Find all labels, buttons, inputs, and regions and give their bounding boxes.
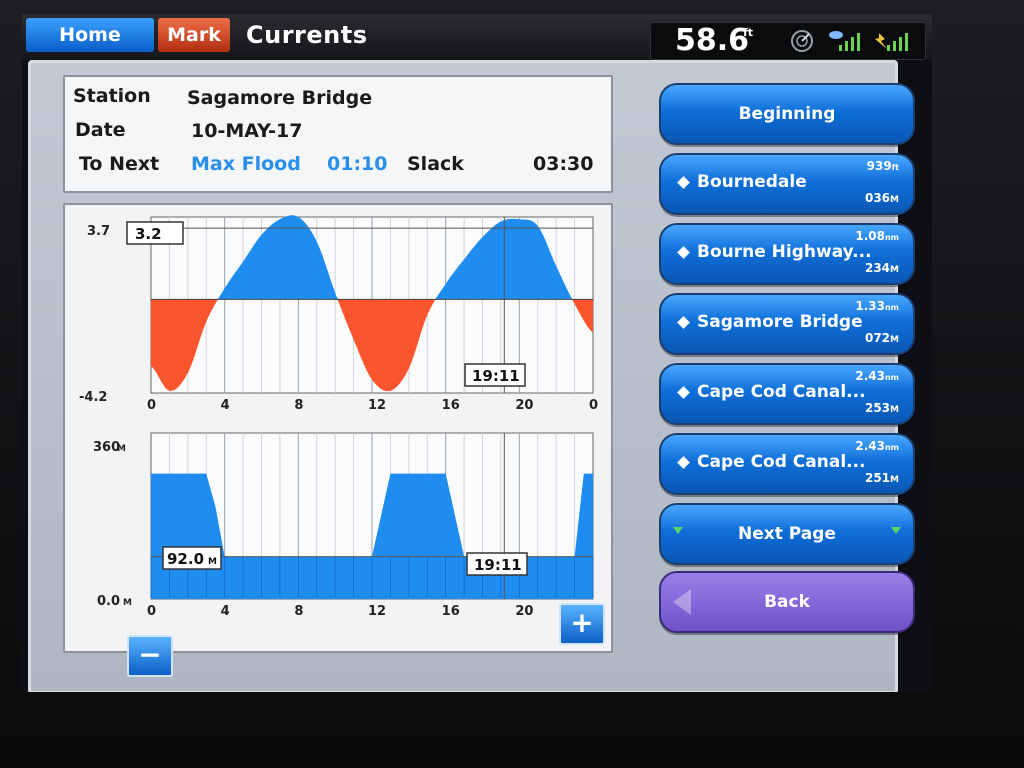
zoom-out-button[interactable]: − — [127, 635, 173, 677]
slack-label: Slack — [407, 153, 464, 175]
waypoint-distance: 2.43nm — [855, 439, 899, 453]
beginning-button[interactable]: Beginning — [659, 83, 915, 145]
waypoint-bearing: 251M — [864, 471, 899, 485]
waypoint-bearing: 072M — [864, 331, 899, 345]
waypoint-name: Bournedale — [697, 172, 807, 192]
direction-cursor-time: 19:11 — [474, 556, 522, 574]
waypoint-item-sagamore-bridge[interactable]: Sagamore Bridge 1.33nm 072M — [659, 293, 915, 355]
station-value: Sagamore Bridge — [187, 87, 373, 109]
speed-x-tick: 20 — [515, 398, 533, 413]
beginning-label: Beginning — [738, 104, 836, 124]
currents-panel: Station Sagamore Bridge Date 10-MAY-17 T… — [28, 60, 915, 692]
waypoint-bearing: 234M — [864, 261, 899, 275]
waypoint-distance: 939ft — [866, 159, 899, 173]
top-bar: Home Mark Currents 58.6 ft — [22, 14, 932, 60]
speed-cursor-time: 19:11 — [472, 367, 520, 385]
station-info-box: Station Sagamore Bridge Date 10-MAY-17 T… — [63, 75, 613, 193]
chevron-down-icon — [891, 527, 901, 534]
waypoint-distance: 2.43nm — [855, 369, 899, 383]
waypoint-name: Bourne Highway... — [697, 242, 872, 262]
direction-x-tick: 0 — [147, 604, 156, 619]
direction-x-tick: 8 — [294, 604, 303, 619]
direction-x-tick: 20 — [515, 604, 533, 619]
next-event: Max Flood — [191, 153, 301, 175]
waypoint-diamond-icon — [677, 456, 690, 469]
station-label: Station — [73, 85, 151, 107]
radar-icon — [791, 30, 813, 52]
next-page-label: Next Page — [738, 524, 836, 544]
next-event-time: 01:10 — [327, 153, 388, 175]
mark-button[interactable]: Mark — [158, 18, 230, 52]
direction-cursor-unit: M — [208, 557, 217, 567]
direction-x-tick: 12 — [368, 604, 386, 619]
direction-cursor-value: 92.0 — [167, 550, 204, 568]
waypoint-diamond-icon — [677, 246, 690, 259]
speed-x-tick: 16 — [442, 398, 460, 413]
waypoint-item-bourne-highway[interactable]: Bourne Highway... 1.08nm 234M — [659, 223, 915, 285]
waypoint-diamond-icon — [677, 386, 690, 399]
direction-y-min-unit: M — [123, 598, 132, 608]
speed-x-tick: 0 — [147, 398, 156, 413]
direction-x-tick: 4 — [221, 604, 230, 619]
direction-x-tick: 16 — [442, 604, 460, 619]
weather-signal-icon — [829, 31, 860, 51]
speed-x-ticks: 0 4 8 12 16 20 0 — [147, 398, 598, 413]
date-value: 10-MAY-17 — [191, 120, 303, 142]
depth-value: 58.6 — [675, 23, 750, 58]
waypoint-item-cape-cod-canal-2[interactable]: Cape Cod Canal... 2.43nm 251M — [659, 433, 915, 495]
speed-y-min: -4.2 — [79, 390, 107, 405]
speed-x-tick: 8 — [294, 398, 303, 413]
waypoint-diamond-icon — [677, 176, 690, 189]
waypoint-name: Cape Cod Canal... — [697, 382, 866, 402]
speed-x-tick: 12 — [368, 398, 386, 413]
back-label: Back — [764, 592, 810, 612]
chartplotter-screen: Home Mark Currents 58.6 ft Station Sagam… — [22, 14, 932, 692]
zoom-in-button[interactable]: + — [559, 603, 605, 645]
waypoint-item-bournedale[interactable]: Bournedale 939ft 036M — [659, 153, 915, 215]
direction-x-ticks: 0481216200 — [147, 604, 598, 619]
date-label: Date — [75, 119, 126, 141]
current-charts-frame: 3.7 -4.2 0 4 8 12 16 20 0 360 M 0.0 M 0 … — [63, 203, 613, 653]
back-button[interactable]: Back — [659, 571, 915, 633]
page-title: Currents — [246, 21, 368, 49]
depth-readout: 58.6 ft — [650, 22, 926, 60]
waypoint-item-cape-cod-canal-1[interactable]: Cape Cod Canal... 2.43nm 253M — [659, 363, 915, 425]
gps-signal-icon — [875, 33, 908, 51]
waypoint-name: Sagamore Bridge — [697, 312, 863, 332]
home-button[interactable]: Home — [26, 18, 154, 52]
slack-time: 03:30 — [533, 153, 594, 175]
direction-y-min: 0.0 — [97, 594, 120, 609]
waypoint-bearing: 253M — [864, 401, 899, 415]
next-page-button[interactable]: Next Page — [659, 503, 915, 565]
speed-x-tick: 4 — [221, 398, 230, 413]
waypoint-distance: 1.08nm — [855, 229, 899, 243]
depth-unit: ft — [743, 26, 754, 39]
current-charts[interactable]: 3.7 -4.2 0 4 8 12 16 20 0 360 M 0.0 M 0 … — [65, 205, 611, 651]
waypoint-distance: 1.33nm — [855, 299, 899, 313]
speed-cursor-value: 3.2 — [135, 225, 162, 243]
to-next-label: To Next — [79, 153, 160, 175]
waypoint-name: Cape Cod Canal... — [697, 452, 866, 472]
speed-x-tick: 0 — [589, 398, 598, 413]
speed-y-max: 3.7 — [87, 224, 110, 239]
waypoint-diamond-icon — [677, 316, 690, 329]
direction-y-max-unit: M — [117, 444, 126, 454]
waypoint-bearing: 036M — [864, 191, 899, 205]
